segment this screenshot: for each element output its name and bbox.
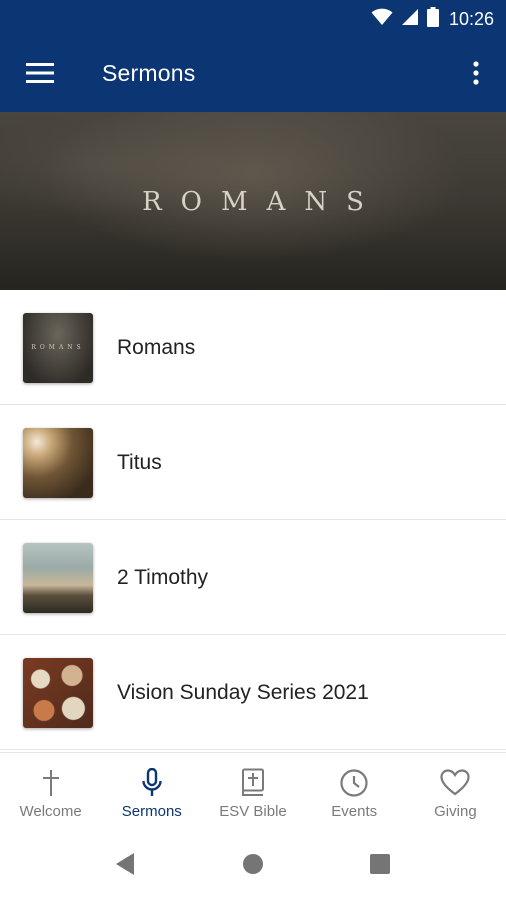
more-vertical-icon bbox=[473, 60, 479, 90]
nav-tab-events[interactable]: Events bbox=[304, 753, 405, 830]
series-title: Vision Sunday Series 2021 bbox=[117, 681, 369, 704]
system-navigation-bar bbox=[0, 830, 506, 900]
sermon-series-list: ROMANS Romans Titus 2 Timothy Vision Sun… bbox=[0, 290, 506, 750]
hamburger-menu-button[interactable] bbox=[18, 55, 62, 95]
list-item-vision-sunday[interactable]: Vision Sunday Series 2021 bbox=[0, 635, 506, 750]
nav-tab-esv-bible[interactable]: ESV Bible bbox=[202, 753, 303, 830]
status-bar: 10:26 bbox=[0, 0, 506, 38]
cross-icon bbox=[41, 767, 61, 799]
nav-tab-giving[interactable]: Giving bbox=[405, 753, 506, 830]
microphone-icon bbox=[141, 767, 163, 799]
bible-icon bbox=[241, 767, 265, 799]
home-icon bbox=[242, 853, 264, 880]
wifi-icon bbox=[371, 8, 393, 31]
bottom-navigation: Welcome Sermons ESV Bible Events Giving bbox=[0, 752, 506, 830]
app-bar: Sermons bbox=[0, 38, 506, 112]
recents-button[interactable] bbox=[366, 852, 394, 880]
series-thumbnail: ROMANS bbox=[23, 313, 93, 383]
nav-label: ESV Bible bbox=[219, 803, 287, 820]
battery-icon bbox=[426, 6, 439, 32]
series-thumbnail bbox=[23, 658, 93, 728]
more-options-button[interactable] bbox=[460, 55, 492, 95]
series-title: Titus bbox=[117, 451, 162, 474]
hamburger-menu-icon bbox=[26, 62, 54, 89]
nav-label: Welcome bbox=[19, 803, 82, 820]
series-title: 2 Timothy bbox=[117, 566, 209, 589]
list-item-romans[interactable]: ROMANS Romans bbox=[0, 290, 506, 405]
series-thumbnail bbox=[23, 428, 93, 498]
cellular-signal-icon bbox=[401, 8, 419, 31]
back-button[interactable] bbox=[111, 852, 139, 880]
nav-label: Sermons bbox=[121, 803, 182, 820]
list-item-titus[interactable]: Titus bbox=[0, 405, 506, 520]
featured-series-banner[interactable]: ROMANS bbox=[0, 112, 506, 290]
nav-tab-welcome[interactable]: Welcome bbox=[0, 753, 101, 830]
status-time: 10:26 bbox=[448, 8, 494, 29]
series-thumbnail bbox=[23, 543, 93, 613]
banner-title: ROMANS bbox=[142, 187, 383, 217]
nav-label: Giving bbox=[434, 803, 477, 820]
recents-icon bbox=[370, 853, 390, 879]
back-icon bbox=[114, 852, 136, 881]
status-icons: 10:26 bbox=[371, 6, 494, 32]
heart-icon bbox=[440, 767, 471, 799]
page-title: Sermons bbox=[102, 60, 196, 86]
nav-tab-sermons[interactable]: Sermons bbox=[101, 753, 202, 830]
thumbnail-text: ROMANS bbox=[31, 344, 85, 351]
series-title: Romans bbox=[117, 336, 196, 359]
nav-label: Events bbox=[331, 803, 378, 820]
home-button[interactable] bbox=[239, 852, 267, 880]
list-item-2-timothy[interactable]: 2 Timothy bbox=[0, 520, 506, 635]
clock-icon bbox=[339, 767, 369, 799]
